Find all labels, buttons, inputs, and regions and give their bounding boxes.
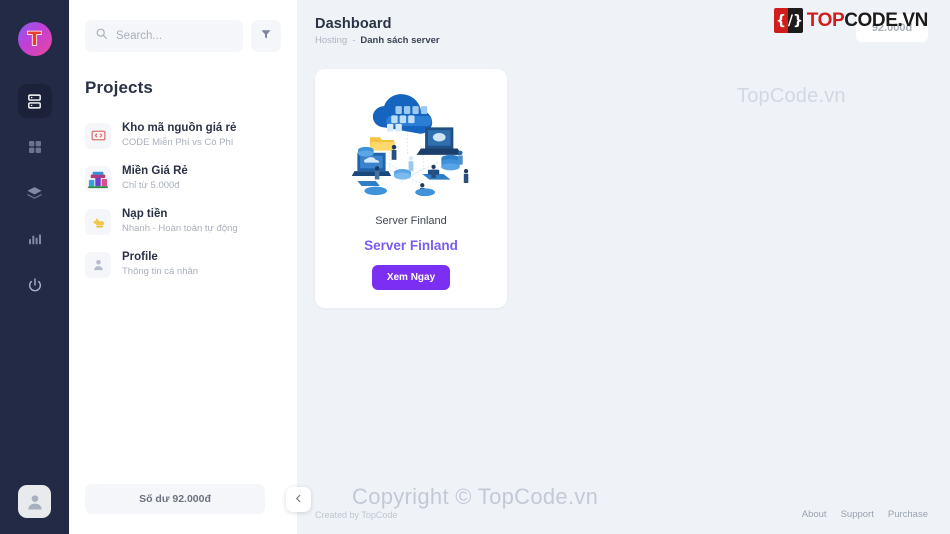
arrow-left-icon [293,491,304,509]
domain-servers-icon [85,165,111,192]
grid-icon [27,139,43,155]
list-item-texts: Nạp tiền Nhanh - Hoàn toàn tự động [122,207,238,236]
rail-item-layers[interactable] [18,176,52,210]
card-title: Server Finland [364,238,458,253]
projects-list: Kho mã nguồn giá rẻ CODE Miễn Phí vs Có … [85,114,281,286]
center-watermark: TopCode.vn [737,85,846,107]
app-logo[interactable]: T [17,22,52,56]
list-item-subtitle: Chỉ từ 5.000đ [122,180,180,191]
list-item-subtitle: Nhanh - Hoàn toàn tự động [122,223,238,234]
list-item-texts: Miền Giá Rẻ Chỉ từ 5.000đ [122,164,188,193]
breadcrumb-root[interactable]: Hosting [315,35,347,46]
list-item-title: Miền Giá Rẻ [122,165,188,177]
avatar[interactable] [18,485,51,518]
page-title: Dashboard [315,16,392,32]
sidebar-balance: Số dư 92.000đ [85,484,265,514]
breadcrumb-separator: - [352,35,356,46]
power-icon [27,277,43,293]
rail-item-apps-grid[interactable] [18,130,52,164]
search-icon [95,27,108,45]
search-row [85,20,281,52]
projects-section-title: Projects [85,78,153,97]
collapse-sidebar-button[interactable] [286,487,311,512]
list-item[interactable]: Nạp tiền Nhanh - Hoàn toàn tự động [85,200,281,243]
app-root: T Search... Projects Kho mã nguồn giá rẻ… [0,0,950,534]
list-item-title: Kho mã nguồn giá rẻ [122,122,237,134]
cloud-infrastructure-illustration [351,94,469,197]
person-icon [85,251,111,278]
bar-chart-icon [27,231,43,247]
list-item[interactable]: Kho mã nguồn giá rẻ CODE Miễn Phí vs Có … [85,114,281,157]
page-footer: Created by TopCode About Support Purchas… [315,509,928,520]
footer-links: About Support Purchase [802,509,928,520]
rail-item-statistics[interactable] [18,222,52,256]
person-icon [27,494,42,509]
list-item-texts: Profile Thông tin cá nhân [122,250,198,279]
list-item-subtitle: CODE Miễn Phí vs Có Phí [122,137,234,148]
main-content: Dashboard Hosting - Danh sách server Ser… [297,0,950,534]
account-balance-chip[interactable]: 92.000đ [856,14,928,42]
footer-link-purchase[interactable]: Purchase [888,509,928,520]
copyright-watermark: Copyright © TopCode.vn [352,484,599,509]
breadcrumb: Hosting - Danh sách server [315,35,928,46]
list-item[interactable]: Miền Giá Rẻ Chỉ từ 5.000đ [85,157,281,200]
rail-item-hosting-server[interactable] [17,84,52,118]
breadcrumb-current: Danh sách server [360,35,440,46]
rail-item-logout[interactable] [18,268,52,302]
list-item-subtitle: Thông tin cá nhân [122,266,199,277]
layers-icon [26,185,43,202]
server-card[interactable]: Server Finland Server Finland Xem Ngay [315,69,507,308]
filter-icon [260,27,272,45]
projects-sidebar: Projects Kho mã nguồn giá rẻ CODE Miễn P… [69,0,311,534]
icon-rail: T [0,0,69,534]
footer-created-by: Created by TopCode [315,509,398,520]
list-item[interactable]: Profile Thông tin cá nhân [85,243,281,286]
filter-button[interactable] [251,20,281,52]
rail-nav [17,84,52,302]
footer-link-about[interactable]: About [802,509,827,520]
list-item-title: Nạp tiền [122,208,168,220]
list-item-title: Profile [122,251,158,263]
app-logo-letter: T [27,27,42,50]
money-hand-icon [85,208,111,235]
server-icon [26,93,43,110]
list-item-texts: Kho mã nguồn giá rẻ CODE Miễn Phí vs Có … [122,121,236,150]
card-server-name: Server Finland [375,215,447,227]
footer-link-support[interactable]: Support [841,509,874,520]
search-input[interactable] [116,30,233,42]
search-box[interactable] [85,20,243,52]
view-now-button[interactable]: Xem Ngay [371,265,451,290]
code-brackets-icon [85,122,111,149]
